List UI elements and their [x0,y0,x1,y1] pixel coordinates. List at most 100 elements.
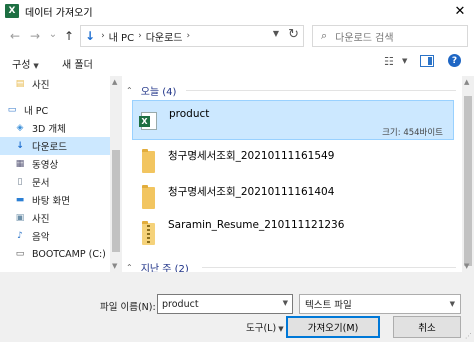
file-type-select[interactable]: 텍스트 파일 ▼ [299,294,461,314]
breadcrumb-my-pc[interactable]: 내 PC [109,29,134,44]
command-toolbar: 구성 ▼ 새 폴더 ☷ ▼ ? [0,50,474,76]
breadcrumb-downloads[interactable]: 다운로드 [146,29,183,44]
videos-icon: ▦ [15,159,25,169]
organize-button[interactable]: 구성 ▼ [12,56,39,71]
sidebar-item-videos[interactable]: ▦ 동영상 [14,155,124,173]
search-placeholder: 다운로드 검색 [335,32,394,44]
excel-app-icon: X [5,4,19,18]
breadcrumb-separator[interactable]: › [101,31,105,41]
desktop-icon: ▬ [15,195,25,205]
close-button[interactable]: ✕ [452,3,468,19]
chevron-down-icon[interactable]: ▼ [273,29,279,38]
sidebar-item-downloads[interactable]: ↓ 다운로드 [0,137,110,155]
resize-grip-icon[interactable]: ⋰ [465,332,472,340]
scroll-up-icon[interactable]: ▲ [464,78,469,86]
up-button[interactable]: ↑ [60,26,78,46]
address-bar[interactable]: ↓ › 내 PC › 다운로드 › ▼ ↻ [80,25,304,47]
filename-input[interactable]: product ▼ [157,294,293,314]
file-list-scrollbar[interactable]: ▲ ▼ [462,76,474,272]
file-item-product[interactable]: X product 크기: 454바이트 [132,100,454,140]
sidebar-item-pictures-quick[interactable]: ▤ 사진 [14,75,124,93]
excel-file-icon: X [139,112,157,130]
sidebar-item-pictures[interactable]: ▣ 사진 [14,209,124,227]
file-size: 크기: 454바이트 [382,128,443,138]
download-icon: ↓ [85,29,96,43]
pictures-icon: ▣ [15,213,25,223]
sidebar-item-my-pc[interactable]: ▭ 내 PC [6,101,116,119]
tools-button[interactable]: 도구(L) ▼ [246,320,284,334]
scroll-down-icon[interactable]: ▼ [464,262,469,270]
scroll-down-icon[interactable]: ▼ [112,262,117,270]
sidebar-item-documents[interactable]: ▯ 문서 [14,173,124,191]
file-item-folder[interactable]: 청구명세서조회_20210111161549 [132,146,454,178]
pc-icon: ▭ [7,105,17,115]
folder-icon [142,185,155,209]
organize-label: 구성 [12,60,31,71]
scrollbar-thumb[interactable] [464,96,472,266]
file-list: ⌃ 오늘 (4) X product 크기: 454바이트 청구명세서조회_20… [122,76,462,272]
file-name: product [169,108,210,120]
sidebar-item-label: 내 PC [24,106,49,117]
group-divider [186,90,456,91]
forward-button[interactable]: → [26,26,44,46]
3d-objects-icon: ◈ [16,123,24,133]
download-icon: ↓ [16,141,24,151]
chevron-up-icon: ⌃ [126,85,133,95]
sidebar-item-music[interactable]: ♪ 음악 [14,227,124,245]
back-button[interactable]: ← [6,26,24,46]
sidebar-scrollbar[interactable]: ▲ ▼ [110,76,122,272]
filename-label: 파일 이름(N): [100,302,156,313]
sidebar-item-label: 다운로드 [32,142,67,153]
file-type-value: 텍스트 파일 [305,300,352,311]
cancel-button[interactable]: 취소 [393,316,461,338]
chevron-down-icon: ▼ [33,62,39,70]
file-item-zip[interactable]: Saramin_Resume_210111121236 [132,218,454,248]
refresh-icon[interactable]: ↻ [288,27,299,42]
navigation-bar: ← → ⌄ ↑ ↓ › 내 PC › 다운로드 › ▼ ↻ ⌕ 다운로드 검색 [0,22,474,50]
tools-label: 도구(L) [246,323,277,334]
breadcrumb-separator[interactable]: › [138,31,142,41]
filename-value: product [162,298,199,310]
window-title: 데이터 가져오기 [25,7,93,19]
zip-folder-icon [142,221,155,245]
group-header-today[interactable]: ⌃ 오늘 (4) [122,82,176,98]
sidebar-item-label: 문서 [32,178,50,189]
folder-icon [142,149,155,173]
chevron-down-icon[interactable]: ▼ [283,299,288,307]
music-icon: ♪ [17,231,23,241]
group-divider [202,267,456,268]
sidebar-item-3d-objects[interactable]: ◈ 3D 개체 [14,119,124,137]
file-name: Saramin_Resume_210111121236 [168,219,345,231]
pictures-icon: ▤ [15,79,25,89]
sidebar-item-desktop[interactable]: ▬ 바탕 화면 [14,191,124,209]
sidebar-item-label: BOOTCAMP (C:) [32,248,106,260]
search-icon: ⌕ [321,29,328,42]
new-folder-button[interactable]: 새 폴더 [62,56,93,71]
import-button[interactable]: 가져오기(M) [286,316,380,338]
file-item-folder[interactable]: 청구명세서조회_20210111161404 [132,182,454,214]
sidebar-item-label: 사진 [32,80,50,91]
documents-icon: ▯ [17,177,23,187]
drive-icon: ▭ [15,249,25,259]
sidebar-item-label: 사진 [32,214,50,225]
chevron-down-icon: ▼ [449,300,455,308]
sidebar-item-label: 바탕 화면 [32,196,70,207]
navigation-pane: ▤ 사진 ▭ 내 PC ◈ 3D 개체 ↓ 다운로드 ▦ 동영상 ▯ 문서 ▬ … [0,76,122,272]
group-label: 지난 주 (2) [140,263,189,273]
sidebar-item-bootcamp-drive[interactable]: ▭ BOOTCAMP (C:) [14,245,124,263]
preview-pane-icon[interactable] [420,55,434,67]
sidebar-item-label: 음악 [32,232,50,243]
title-bar: X 데이터 가져오기 ✕ [0,0,474,22]
chevron-down-icon: ▼ [278,325,284,333]
scroll-up-icon[interactable]: ▲ [112,78,117,86]
search-input[interactable]: ⌕ 다운로드 검색 [312,25,468,47]
sidebar-item-label: 동영상 [32,160,59,171]
breadcrumb-separator[interactable]: › [187,31,191,41]
sidebar-item-label: 3D 개체 [32,124,66,135]
help-icon[interactable]: ? [448,54,461,67]
file-name: 청구명세서조회_20210111161404 [168,186,335,198]
scrollbar-thumb[interactable] [112,150,120,252]
chevron-down-icon[interactable]: ▼ [402,57,407,65]
view-options-icon[interactable]: ☷ [384,55,394,68]
group-header-last-week[interactable]: ⌃ 지난 주 (2) [122,259,189,273]
